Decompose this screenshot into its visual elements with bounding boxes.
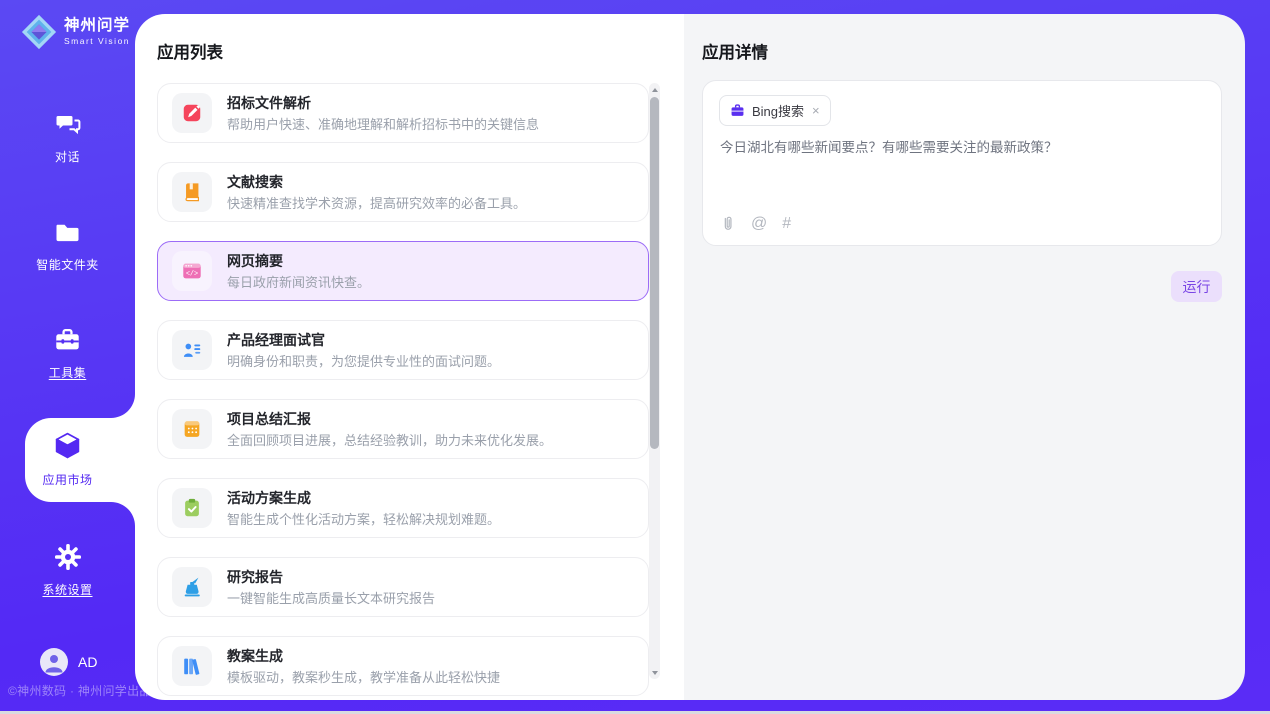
brand-name: 神州问学 [64,18,130,34]
app-item-title: 研究报告 [227,570,435,584]
copyright-footer: ©神州数码 · 神州问学出品 [8,682,152,699]
briefcase-icon [730,103,745,118]
app-item-desc: 明确身份和职责，为您提供专业性的面试问题。 [227,355,500,368]
app-item-desc: 帮助用户快速、准确地理解和解析招标书中的关键信息 [227,118,539,131]
toolbox-icon [54,327,81,354]
app-item[interactable]: </> 网页摘要每日政府新闻资讯快查。 [157,241,649,301]
prompt-toolbar: @ # [720,214,791,233]
book-icon [172,172,212,212]
app-item-title: 项目总结汇报 [227,412,552,426]
cube-icon [52,430,83,461]
app-item-desc: 一键智能生成高质量长文本研究报告 [227,592,435,605]
books-icon [172,646,212,686]
user-account[interactable]: AD [40,648,97,676]
app-list-title: 应用列表 [157,39,223,63]
user-initials: AD [78,654,97,670]
sidebar-item-smart-folder[interactable]: 智能文件夹 [0,219,135,273]
brand-logo: 神州问学 Smart Vision [20,13,130,51]
app-item-desc: 智能生成个性化活动方案，轻松解决规划难题。 [227,513,500,526]
app-item-title: 活动方案生成 [227,491,500,505]
app-detail-title: 应用详情 [702,39,768,63]
gear-icon [54,543,82,571]
prompt-card: Bing搜索 × 今日湖北有哪些新闻要点？有哪些需要关注的最新政策？ @ # [702,80,1222,246]
app-item-title: 产品经理面试官 [227,333,500,347]
app-list-panel: 应用列表 招标文件解析帮助用户快速、准确地理解和解析招标书中的关键信息 文献搜索… [135,14,684,700]
app-item-title: 网页摘要 [227,254,370,268]
run-button[interactable]: 运行 [1171,271,1222,302]
ink-quill-icon [172,567,212,607]
hash-icon[interactable]: # [782,216,791,232]
app-item[interactable]: 产品经理面试官明确身份和职责，为您提供专业性的面试问题。 [157,320,649,380]
sidebar-item-chat[interactable]: 对话 [0,110,135,165]
paperclip-icon[interactable] [720,214,736,233]
app-item[interactable]: 文献搜索快速精准查找学术资源，提高研究效率的必备工具。 [157,162,649,222]
app-item[interactable]: 研究报告一键智能生成高质量长文本研究报告 [157,557,649,617]
close-icon[interactable]: × [812,103,820,118]
tool-tag-bing-search[interactable]: Bing搜索 × [719,95,831,126]
avatar [40,648,68,676]
resume-icon [172,330,212,370]
browser-code-icon: </> [172,251,212,291]
pen-square-icon [172,93,212,133]
content-area: 应用列表 招标文件解析帮助用户快速、准确地理解和解析招标书中的关键信息 文献搜索… [135,14,1245,700]
app-item-title: 招标文件解析 [227,96,539,110]
app-item-desc: 每日政府新闻资讯快查。 [227,276,370,289]
app-item-desc: 全面回顾项目进展，总结经验教训，助力未来优化发展。 [227,434,552,447]
prompt-input[interactable]: 今日湖北有哪些新闻要点？有哪些需要关注的最新政策？ [720,138,1206,158]
scroll-down-icon[interactable] [649,666,660,679]
app-list: 招标文件解析帮助用户快速、准确地理解和解析招标书中的关键信息 文献搜索快速精准查… [157,83,649,700]
app-item-desc: 快速精准查找学术资源，提高研究效率的必备工具。 [227,197,526,210]
scrollbar[interactable] [649,83,660,679]
pill-curve-top [111,394,135,418]
app-item[interactable]: 招标文件解析帮助用户快速、准确地理解和解析招标书中的关键信息 [157,83,649,143]
sidebar: 神州问学 Smart Vision 对话 智能文件夹 [0,0,135,711]
app-item-title: 教案生成 [227,649,500,663]
folder-icon [54,219,81,246]
svg-text:</>: </> [186,270,198,278]
app-item[interactable]: 活动方案生成智能生成个性化活动方案，轻松解决规划难题。 [157,478,649,538]
tool-tag-label: Bing搜索 [752,101,804,120]
clipboard-check-icon [172,488,212,528]
chat-icon [54,110,82,138]
brand-subtitle: Smart Vision [64,36,130,46]
app-detail-panel: 应用详情 Bing搜索 × 今日湖北有哪些新闻要点？有哪些需要关注的最新政策？ [684,14,1245,700]
sidebar-item-toolset[interactable]: 工具集 [0,327,135,381]
mention-icon[interactable]: @ [751,216,767,232]
sidebar-item-label: 工具集 [0,364,135,381]
app-item[interactable]: 项目总结汇报全面回顾项目进展，总结经验教训，助力未来优化发展。 [157,399,649,459]
sidebar-item-label: 系统设置 [0,581,135,598]
app-item[interactable]: 教案生成模板驱动，教案秒生成，教学准备从此轻松快捷 [157,636,649,696]
sidebar-item-label: 对话 [0,148,135,165]
app-item-title: 文献搜索 [227,175,526,189]
notepad-icon [172,409,212,449]
app-item-desc: 模板驱动，教案秒生成，教学准备从此轻松快捷 [227,671,500,684]
pill-curve-bottom [111,502,135,526]
sidebar-item-settings[interactable]: 系统设置 [0,543,135,598]
sidebar-item-app-market[interactable]: 应用市场 [0,430,135,488]
scroll-up-icon[interactable] [649,83,660,96]
sidebar-item-label: 智能文件夹 [0,256,135,273]
app-window: 神州问学 Smart Vision 对话 智能文件夹 [0,0,1270,711]
scrollbar-thumb[interactable] [650,97,659,449]
brand-diamond-icon [20,13,58,51]
sidebar-item-label: 应用市场 [0,471,135,488]
